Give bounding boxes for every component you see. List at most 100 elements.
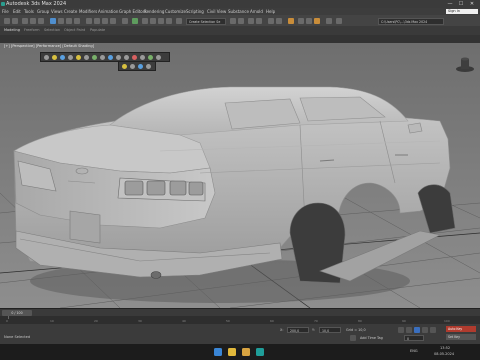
go-to-end-icon[interactable] xyxy=(430,327,436,333)
menu-modifiers[interactable]: Modifiers xyxy=(79,9,97,14)
x-coordinate-field[interactable]: 200,0 xyxy=(287,327,309,333)
select-scale-icon[interactable] xyxy=(102,18,108,24)
play-icon[interactable] xyxy=(414,327,420,333)
select-object-icon[interactable] xyxy=(50,18,56,24)
menu-help[interactable]: Help xyxy=(266,9,275,14)
tab-modeling[interactable]: Modeling xyxy=(4,28,20,32)
percent-snap-icon[interactable] xyxy=(158,18,164,24)
cylinder-icon[interactable] xyxy=(124,54,129,60)
edge-faces-icon[interactable] xyxy=(100,54,105,60)
close-button[interactable]: ✕ xyxy=(468,1,476,7)
y-coordinate-field[interactable]: 10,0 xyxy=(319,327,341,333)
arnold-icon[interactable] xyxy=(326,18,332,24)
clock-time[interactable]: 13:52 xyxy=(440,346,450,350)
move-icon[interactable] xyxy=(52,54,57,60)
torus-icon[interactable] xyxy=(132,54,137,60)
rotate-icon[interactable] xyxy=(60,54,65,60)
chrome-icon[interactable] xyxy=(228,348,236,356)
mirror-icon[interactable] xyxy=(230,18,236,24)
keyboard-language[interactable]: ENG xyxy=(410,349,418,353)
pivot-center-icon[interactable] xyxy=(122,18,128,24)
menu-animation[interactable]: Animation xyxy=(98,9,118,14)
menu-views[interactable]: Views xyxy=(51,9,63,14)
menu-file[interactable]: File xyxy=(2,9,9,14)
menu-tools[interactable]: Tools xyxy=(24,9,34,14)
select-by-name-icon[interactable] xyxy=(58,18,64,24)
render-production-icon[interactable] xyxy=(314,18,320,24)
align-icon[interactable] xyxy=(238,18,244,24)
grid-icon[interactable] xyxy=(130,63,135,69)
perspective-viewport[interactable]: [+] [Perspective] [Performance] [Default… xyxy=(0,43,480,308)
unlink-icon[interactable] xyxy=(30,18,36,24)
minimize-button[interactable]: — xyxy=(446,1,454,7)
globe-icon[interactable] xyxy=(138,63,143,69)
sphere-icon[interactable] xyxy=(108,54,113,60)
time-tag-icon[interactable] xyxy=(350,335,356,341)
menu-edit[interactable]: Edit xyxy=(13,9,21,14)
clock-date[interactable]: 08.05.2024 xyxy=(434,352,454,356)
select-move-icon[interactable] xyxy=(86,18,92,24)
scene-explorer-icon[interactable] xyxy=(248,18,254,24)
curve-editor-icon[interactable] xyxy=(268,18,274,24)
schematic-view-icon[interactable] xyxy=(276,18,282,24)
box-icon[interactable] xyxy=(116,54,121,60)
undo-icon[interactable] xyxy=(4,18,10,24)
select-icon[interactable] xyxy=(44,54,49,60)
menu-arnold[interactable]: Arnold xyxy=(250,9,263,14)
menu-scripting[interactable]: Scripting xyxy=(186,9,204,14)
plane-icon[interactable] xyxy=(140,54,145,60)
edit-named-selection-icon[interactable] xyxy=(176,18,182,24)
menu-graph-editors[interactable]: Graph Editors xyxy=(119,9,146,14)
settings-icon[interactable] xyxy=(146,63,151,69)
tab-selection[interactable]: Selection xyxy=(44,28,60,32)
maximize-button[interactable]: ☐ xyxy=(457,1,465,7)
snaps-toggle-icon[interactable] xyxy=(142,18,148,24)
bind-space-warp-icon[interactable] xyxy=(38,18,44,24)
teapot-icon[interactable] xyxy=(156,54,161,60)
window-crossing-icon[interactable] xyxy=(74,18,80,24)
render-setup-icon[interactable] xyxy=(298,18,304,24)
placement-icon[interactable] xyxy=(110,18,116,24)
previous-frame-icon[interactable] xyxy=(406,327,412,333)
menu-group[interactable]: Group xyxy=(37,9,49,14)
windows-start-icon[interactable] xyxy=(214,348,222,356)
set-key-button[interactable]: Set Key xyxy=(446,334,476,340)
scale-icon[interactable] xyxy=(68,54,73,60)
track-bar[interactable]: 0 10 20 30 40 50 60 70 80 90 100 xyxy=(0,316,480,324)
link-icon[interactable] xyxy=(22,18,28,24)
isolate-icon[interactable] xyxy=(92,54,97,60)
next-frame-icon[interactable] xyxy=(422,327,428,333)
menu-rendering[interactable]: Rendering xyxy=(144,9,164,14)
rectangular-selection-icon[interactable] xyxy=(66,18,72,24)
redo-icon[interactable] xyxy=(12,18,18,24)
3dsmax-taskbar-icon[interactable] xyxy=(256,348,264,356)
auto-key-button[interactable]: Auto Key xyxy=(446,326,476,332)
go-to-start-icon[interactable] xyxy=(398,327,404,333)
viewport-label[interactable]: [+] [Perspective] [Performance] [Default… xyxy=(4,44,94,48)
project-path-dropdown[interactable]: C:\Users\PC\...\3ds Max 2024 xyxy=(378,17,444,25)
menu-civil-view[interactable]: Civil View xyxy=(207,9,226,14)
select-rotate-icon[interactable] xyxy=(94,18,100,24)
sign-in-button[interactable]: Sign In xyxy=(446,9,478,14)
tab-freeform[interactable]: Freeform xyxy=(24,28,40,32)
keyboard-shortcut-override-icon[interactable] xyxy=(132,18,138,24)
open-file-icon[interactable] xyxy=(336,18,342,24)
snap-icon[interactable] xyxy=(122,63,127,69)
layer-explorer-icon[interactable] xyxy=(256,18,262,24)
tab-object-paint[interactable]: Object Paint xyxy=(64,28,85,32)
rendered-frame-window-icon[interactable] xyxy=(306,18,312,24)
current-frame-field[interactable]: 0 xyxy=(404,335,424,341)
tab-populate[interactable]: Populate xyxy=(90,28,105,32)
menu-create[interactable]: Create xyxy=(64,9,77,14)
camera-icon[interactable] xyxy=(84,54,89,60)
add-time-tag[interactable]: Add Time Tag xyxy=(360,336,383,340)
menu-substance[interactable]: Substance xyxy=(228,9,249,14)
geosphere-icon[interactable] xyxy=(148,54,153,60)
material-editor-icon[interactable] xyxy=(288,18,294,24)
menu-customize[interactable]: Customize xyxy=(165,9,186,14)
spinner-snap-icon[interactable] xyxy=(166,18,172,24)
file-explorer-icon[interactable] xyxy=(242,348,250,356)
light-icon[interactable] xyxy=(76,54,81,60)
angle-snap-icon[interactable] xyxy=(150,18,156,24)
named-selection-set-dropdown[interactable]: Create Selection Se xyxy=(186,17,226,25)
